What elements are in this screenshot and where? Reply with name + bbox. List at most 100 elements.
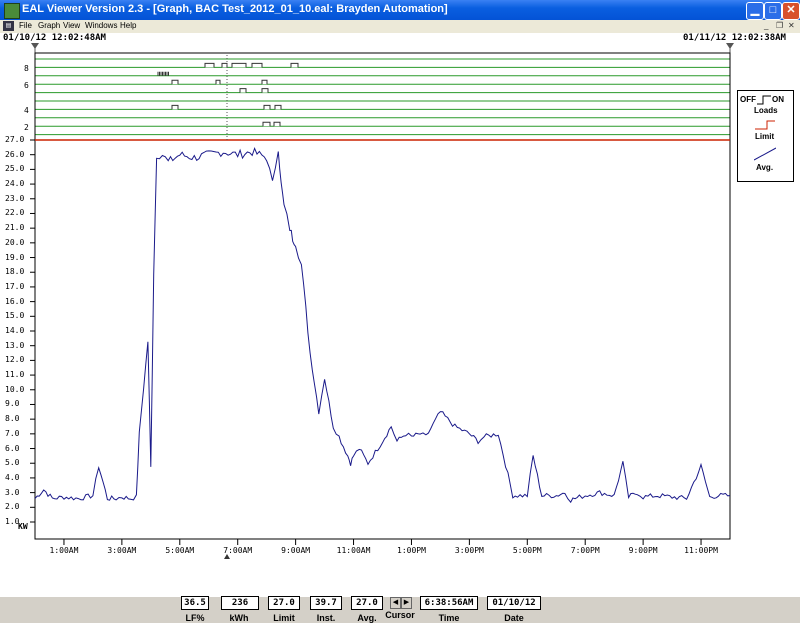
cursor-label: Cursor (385, 610, 415, 620)
cursor-left-button[interactable]: ◀ (390, 597, 401, 609)
legend: OFF ON Loads Limit Avg. (737, 90, 794, 182)
close-button[interactable]: ✕ (782, 2, 800, 20)
kwh-label: kWh (229, 613, 249, 623)
x-tick-label: 5:00AM (165, 546, 195, 555)
time-label: Time (438, 613, 460, 623)
legend-on: ON (772, 95, 784, 104)
load-traces (157, 62, 299, 127)
chart-grid (30, 139, 702, 545)
minimize-icon: ▁ (750, 4, 760, 16)
load-on-segment (239, 88, 247, 93)
load-on-segment (263, 104, 271, 110)
load-on-segment (273, 121, 281, 127)
y-tick-label: 12.0 (5, 355, 25, 365)
y-tick-label: 23.0 (5, 193, 25, 203)
menu-graph[interactable]: Graph (38, 21, 60, 30)
document-icon: ▤ (3, 21, 14, 31)
y-tick-label: 11.0 (5, 370, 25, 380)
x-tick-label: 3:00AM (107, 546, 137, 555)
limit-value: 27.0 (268, 596, 300, 610)
close-icon: ✕ (786, 4, 796, 16)
y-tick-label: 25.0 (5, 164, 25, 174)
x-tick-label: 7:00PM (570, 546, 600, 555)
maximize-button[interactable]: □ (764, 2, 782, 20)
mdi-close-icon[interactable]: ✕ (788, 21, 795, 30)
mdi-restore-icon[interactable]: ❐ (776, 21, 783, 30)
y-axis-unit: KW (18, 522, 28, 531)
load-on-segment (215, 79, 221, 85)
chart-svg (30, 43, 734, 559)
load-on-segment (290, 62, 299, 68)
menu-view[interactable]: View (63, 21, 80, 30)
load-on-segment (261, 79, 268, 85)
maximize-icon: □ (769, 4, 777, 16)
y-tick-label: 6.0 (5, 443, 20, 453)
inst-value: 39.7 (310, 596, 342, 610)
avg-label: Avg. (357, 613, 377, 623)
y-tick-label: 8.0 (5, 414, 20, 424)
kw-series-line (34, 146, 731, 504)
legend-limit: Limit (755, 132, 775, 141)
lf-value: 36.5 (181, 596, 209, 610)
y-tick-label: 27.0 (5, 135, 25, 144)
load-on-segment (231, 62, 247, 68)
x-tick-label: 1:00AM (49, 546, 79, 555)
avg-value: 27.0 (351, 596, 383, 610)
y-tick-label: 20.0 (5, 237, 25, 247)
load-on-segment (251, 62, 263, 68)
y-tick-label: 5.0 (5, 458, 20, 468)
arrow-left-icon: ◀ (392, 599, 399, 606)
window-title: EAL Viewer Version 2.3 - [Graph, BAC Tes… (22, 3, 448, 15)
y-tick-label: 17.0 (5, 281, 25, 291)
x-tick-label: 11:00PM (684, 546, 718, 555)
load-tick-label: 2 (24, 123, 29, 133)
y-tick-label: 22.0 (5, 208, 25, 218)
x-tick-label: 9:00AM (281, 546, 311, 555)
date-value: 01/10/12 (487, 596, 541, 610)
time-value: 6:38:56AM (420, 596, 478, 610)
graph-area[interactable]: 01/10/12 12:02:48AM 01/11/12 12:02:38AM … (0, 33, 800, 623)
title-bar: EAL Viewer Version 2.3 - [Graph, BAC Tes… (0, 0, 800, 20)
mdi-minimize-icon[interactable]: _ (764, 21, 768, 30)
load-on-segment (221, 62, 228, 68)
x-tick-label: 1:00PM (397, 546, 426, 555)
load-on-segment (262, 121, 271, 127)
x-tick-label: 11:00AM (336, 546, 371, 555)
load-on-segment (171, 79, 179, 85)
date-label: Date (504, 613, 524, 623)
legend-loads: Loads (754, 106, 778, 115)
legend-loads-icon (757, 95, 771, 105)
y-tick-label: 16.0 (5, 296, 25, 306)
y-tick-label: 24.0 (5, 179, 25, 189)
load-tick-label: 8 (24, 64, 29, 74)
x-tick-label: 3:00PM (454, 546, 484, 555)
menu-windows[interactable]: Windows (85, 21, 117, 30)
load-on-segment (261, 88, 269, 93)
limit-label: Limit (273, 613, 295, 623)
y-tick-label: 4.0 (5, 472, 20, 482)
legend-off: OFF (740, 95, 756, 104)
load-tick-label: 4 (24, 106, 29, 116)
legend-limit-icon (755, 120, 775, 130)
y-tick-label: 14.0 (5, 326, 25, 335)
load-on-segment (204, 62, 215, 68)
x-tick-label: 5:00PM (512, 546, 542, 555)
lf-label: LF% (185, 613, 205, 623)
menu-help[interactable]: Help (120, 21, 136, 30)
y-tick-label: 19.0 (5, 252, 25, 262)
minimize-button[interactable]: ▁ (746, 2, 764, 20)
load-on-segment (171, 104, 179, 110)
menu-file[interactable]: File (19, 21, 32, 30)
y-tick-label: 13.0 (5, 340, 25, 350)
cursor-right-button[interactable]: ▶ (401, 597, 412, 609)
y-tick-label: 2.0 (5, 502, 20, 512)
y-tick-label: 26.0 (5, 149, 25, 159)
legend-avg-icon (754, 147, 776, 161)
kwh-value: 236 (221, 596, 259, 610)
legend-avg: Avg. (756, 163, 774, 172)
load-on-segment (274, 104, 282, 110)
app-icon (4, 3, 20, 19)
load-tick-label: 6 (24, 81, 29, 91)
y-tick-label: 18.0 (5, 267, 25, 277)
menu-bar: ▤ File Graph View Windows Help _ ❐ ✕ (0, 20, 800, 33)
